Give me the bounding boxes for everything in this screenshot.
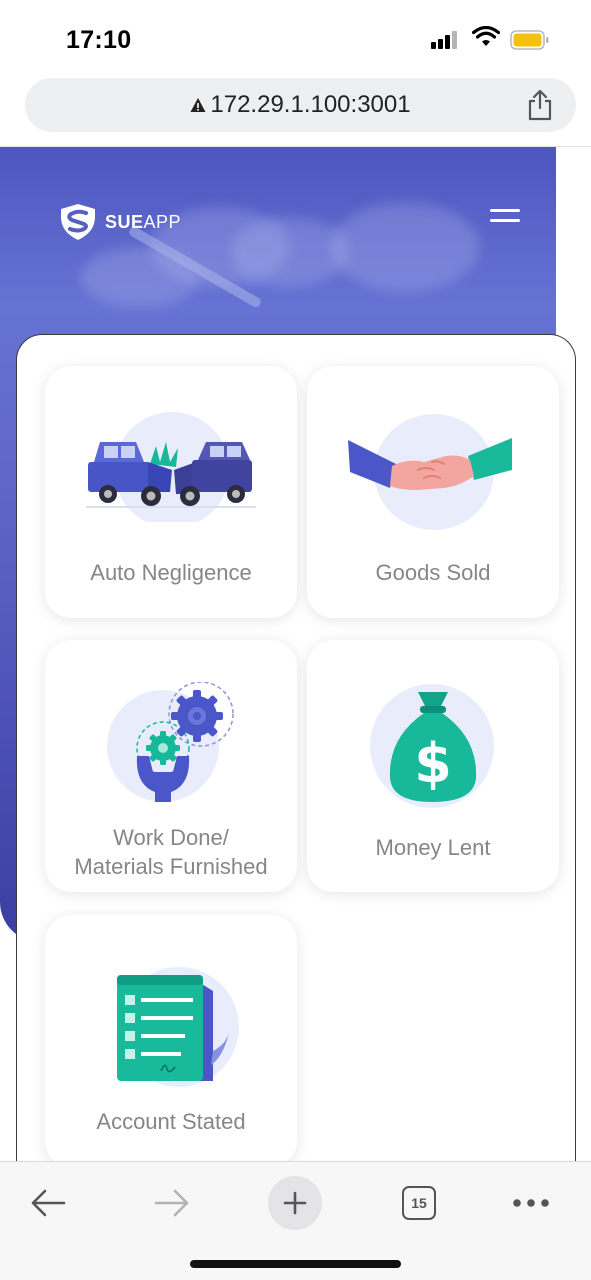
forward-button[interactable] — [145, 1176, 199, 1230]
address-bar[interactable]: 172.29.1.100:3001 — [25, 78, 576, 132]
arrow-left-icon — [31, 1189, 66, 1217]
card-label: Account Stated — [96, 1109, 246, 1134]
svg-text:$: $ — [414, 732, 452, 795]
tab-count: 15 — [402, 1186, 436, 1220]
new-tab-button[interactable] — [268, 1176, 322, 1230]
status-bar: 17:10 — [0, 0, 591, 72]
share-icon[interactable] — [527, 89, 553, 121]
url-text: 172.29.1.100:3001 — [210, 91, 411, 118]
handshake-icon — [348, 414, 512, 530]
category-panel: Auto Negligence Goods Sold Work Done/ Ma… — [16, 334, 576, 1167]
card-label: Money Lent — [375, 835, 491, 860]
tabs-button[interactable]: 15 — [392, 1176, 446, 1230]
card-work-done-materials[interactable]: Work Done/ Materials Furnished — [45, 640, 297, 892]
brand-name-light: APP — [143, 211, 182, 232]
hamburger-menu-icon[interactable] — [490, 209, 520, 229]
card-label: Goods Sold — [375, 560, 491, 585]
arrow-right-icon — [154, 1189, 189, 1217]
plus-icon — [283, 1191, 307, 1215]
card-goods-sold[interactable]: Goods Sold — [307, 366, 559, 618]
brand-name-bold: SUE — [105, 211, 144, 232]
battery-icon — [510, 30, 549, 50]
status-time: 17:10 — [66, 26, 132, 54]
cellular-signal-icon — [431, 30, 461, 49]
gears-wrench-icon — [107, 682, 234, 802]
card-label-line2: Materials Furnished — [74, 854, 268, 879]
brand-logo[interactable]: SUEAPP — [59, 202, 181, 242]
more-menu-button[interactable] — [504, 1176, 558, 1230]
document-scroll-icon — [117, 967, 239, 1087]
wifi-icon — [472, 26, 500, 46]
more-dots-icon — [513, 1199, 549, 1207]
card-money-lent[interactable]: $ Money Lent — [307, 640, 559, 892]
car-crash-icon — [86, 412, 256, 522]
card-auto-negligence[interactable]: Auto Negligence — [45, 366, 297, 618]
shield-logo-icon — [61, 204, 95, 240]
card-label: Work Done/ Materials Furnished — [45, 823, 297, 881]
card-label-line1: Work Done/ — [113, 825, 229, 850]
home-indicator[interactable] — [190, 1260, 401, 1268]
money-bag-icon: $ — [370, 684, 494, 808]
warning-icon — [190, 98, 206, 112]
card-label: Auto Negligence — [90, 560, 252, 585]
back-button[interactable] — [21, 1176, 75, 1230]
card-account-stated[interactable]: Account Stated — [45, 915, 297, 1167]
